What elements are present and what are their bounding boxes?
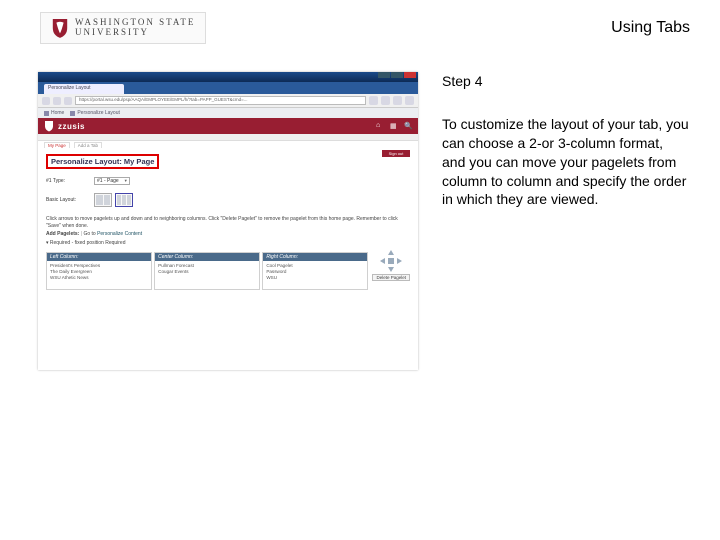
- forward-button: [53, 97, 61, 105]
- personalize-layout-heading: Personalize Layout: My Page: [46, 154, 159, 169]
- toolbar-icon: [369, 96, 378, 105]
- legend-line: ▾ Required - fixed position Required: [46, 240, 410, 247]
- pagelet-item: WSU Athetic News: [50, 275, 148, 281]
- browser-tabstrip: Personalize Layout: [38, 82, 418, 94]
- pagelet-item: WSU: [266, 275, 364, 281]
- bookmark-item: Personalize Layout: [70, 110, 120, 116]
- add-pagelets-line: Add Pagelets: | Go to Personalize Conten…: [46, 231, 410, 238]
- pagelet-item: Cougar Events: [158, 269, 256, 275]
- right-column-box: Right Column: Cool Pagelet Password WSU: [262, 252, 368, 290]
- wsu-logo-block: WASHINGTON STATE UNIVERSITY: [40, 12, 206, 44]
- home-icon: ⌂: [376, 122, 384, 130]
- page-title: Using Tabs: [611, 19, 690, 37]
- toolbar-icon: [393, 96, 402, 105]
- address-bar: https://portal.wsu.edu/psp/AAQA/EMPLOYEE…: [75, 96, 366, 105]
- reload-button: [64, 97, 72, 105]
- type-label: #1 Type:: [46, 178, 84, 184]
- type-dropdown: #1 - Page: [94, 177, 130, 185]
- apps-icon: ▦: [390, 122, 398, 130]
- search-icon: 🔍: [404, 122, 412, 130]
- delete-pagelet-button: Delete Pagelet: [372, 274, 410, 281]
- col-header: Center Column:: [155, 253, 259, 261]
- back-button: [42, 97, 50, 105]
- window-titlebar: [38, 72, 418, 82]
- bookmark-item: Home: [44, 110, 64, 116]
- shield-icon: [44, 120, 54, 132]
- signout-button: Sign out: [382, 150, 410, 157]
- layout-picker: [94, 193, 133, 207]
- layout-label: Basic Layout:: [46, 197, 84, 203]
- bookmark-bar: Home Personalize Layout: [38, 108, 418, 118]
- instruction-body: To customize the layout of your tab, you…: [442, 115, 690, 209]
- help-text: Click arrows to move pagelets up and dow…: [46, 216, 410, 229]
- window-buttons: [377, 72, 416, 82]
- screenshot-browser-window: Personalize Layout https://portal.wsu.ed…: [38, 72, 418, 370]
- brand-text: zzusis: [58, 122, 85, 131]
- layout-2col-option: [94, 193, 112, 207]
- layout-3col-option: [115, 193, 133, 207]
- toolbar-icon: [381, 96, 390, 105]
- col-header: Right Column:: [263, 253, 367, 261]
- shield-icon: [51, 17, 69, 39]
- step-label: Step 4: [442, 72, 690, 91]
- center-column-box: Center Column: Pullman Forecast Cougar E…: [154, 252, 260, 290]
- left-column-box: Left Column: President's Perspectives Th…: [46, 252, 152, 290]
- logo-line2: UNIVERSITY: [75, 28, 195, 38]
- browser-tab: Personalize Layout: [44, 84, 124, 94]
- move-arrows: [380, 250, 402, 272]
- menu-icon: [405, 96, 414, 105]
- col-header: Left Column:: [47, 253, 151, 261]
